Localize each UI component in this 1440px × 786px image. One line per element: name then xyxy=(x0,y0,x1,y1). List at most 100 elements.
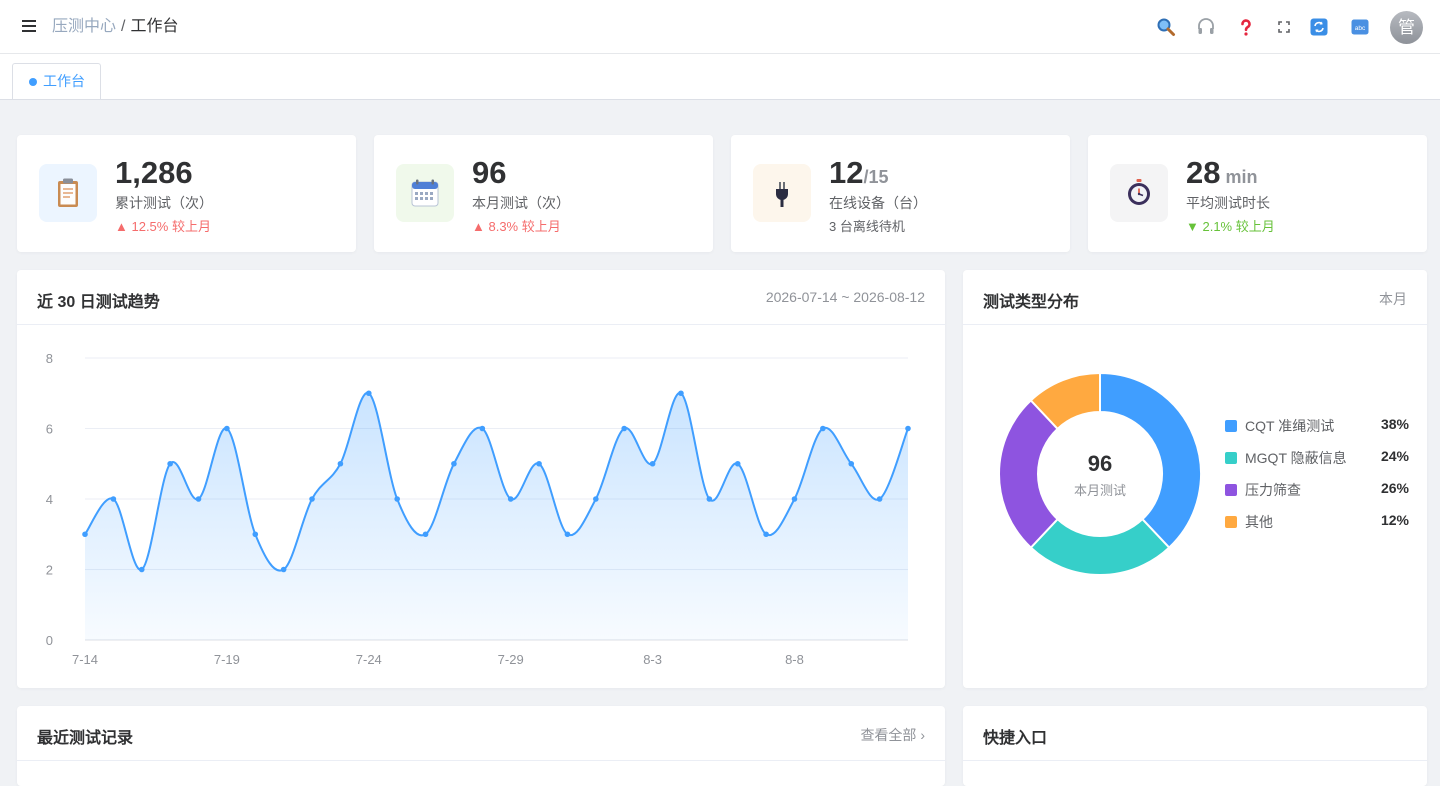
x-tick-label: 7-14 xyxy=(72,652,98,667)
period-label: 本月 xyxy=(1379,291,1407,307)
data-point[interactable] xyxy=(82,531,88,538)
data-point[interactable] xyxy=(280,566,287,573)
y-tick-label: 0 xyxy=(46,633,53,648)
stat-card-total-tests: 1,286 累计测试（次） ▲ 12.5% 较上月 xyxy=(17,135,356,252)
legend-item[interactable]: MGQT 隐蔽信息 24% xyxy=(1225,447,1409,467)
x-tick-label: 8-8 xyxy=(785,652,804,667)
refresh-icon[interactable] xyxy=(1309,17,1329,37)
card-title: 测试类型分布 xyxy=(983,294,1080,311)
legend-percent: 38% xyxy=(1380,416,1409,432)
data-point[interactable] xyxy=(876,496,883,502)
y-tick-label: 4 xyxy=(46,492,53,507)
data-point[interactable] xyxy=(252,531,259,538)
trend-line-chart: 0 2 4 6 8 7-14 7-19 7-24 7-29 8-3 8-8 xyxy=(46,351,911,667)
stat-card-monthly-tests: 96 本月测试（次） ▲ 8.3% 较上月 xyxy=(374,135,713,252)
data-point[interactable] xyxy=(224,425,230,432)
top-navbar: 压测中心 / 工作台 abc 管 xyxy=(0,0,1440,54)
stat-label: 在线设备（台） xyxy=(829,195,927,211)
data-point[interactable] xyxy=(621,425,628,432)
legend-item[interactable]: 压力筛查 26% xyxy=(1225,479,1409,499)
help-icon[interactable] xyxy=(1236,17,1256,37)
card-header: 快捷入口 xyxy=(963,706,1427,761)
clipboard-icon xyxy=(39,164,97,222)
legend-percent: 26% xyxy=(1380,480,1409,496)
data-point[interactable] xyxy=(820,425,826,432)
data-point[interactable] xyxy=(706,496,713,502)
data-point[interactable] xyxy=(734,460,741,467)
donut-center-value: 96 xyxy=(1088,451,1112,476)
user-avatar[interactable]: 管 xyxy=(1390,11,1423,44)
type-distribution-card: 测试类型分布 本月 96 本月测试 CQT 准绳测试 38% MGQT 隐蔽信息 24… xyxy=(963,270,1427,688)
card-header: 测试类型分布 本月 xyxy=(963,270,1427,325)
data-point[interactable] xyxy=(110,496,117,502)
data-point[interactable] xyxy=(593,496,599,502)
data-point[interactable] xyxy=(337,460,344,467)
search-icon[interactable] xyxy=(1156,17,1176,37)
legend-swatch xyxy=(1225,420,1237,432)
stat-value: 1,286 xyxy=(115,155,193,190)
data-point[interactable] xyxy=(905,425,911,432)
data-point[interactable] xyxy=(309,496,315,502)
data-point[interactable] xyxy=(479,425,486,432)
data-point[interactable] xyxy=(678,390,684,397)
data-point[interactable] xyxy=(536,460,542,467)
breadcrumb-item-current: 工作台 xyxy=(130,18,179,35)
breadcrumb-separator: / xyxy=(121,18,126,35)
data-point[interactable] xyxy=(848,460,855,467)
y-tick-label: 8 xyxy=(46,351,53,366)
view-all-link[interactable]: 查看全部 › xyxy=(860,725,925,745)
x-tick-label: 7-29 xyxy=(498,652,524,667)
legend-percent: 12% xyxy=(1380,512,1409,528)
stat-value: 28 min xyxy=(1186,155,1258,190)
x-tick-label: 8-3 xyxy=(643,652,662,667)
breadcrumb-item-home[interactable]: 压测中心 xyxy=(52,18,116,35)
stat-label: 平均测试时长 xyxy=(1186,195,1270,211)
data-point[interactable] xyxy=(167,460,173,467)
stat-card-avg-duration: 28 min 平均测试时长 ▼ 2.1% 较上月 xyxy=(1088,135,1427,252)
donut-slice[interactable] xyxy=(998,398,1059,550)
data-point[interactable] xyxy=(564,531,571,538)
data-point[interactable] xyxy=(763,531,769,538)
font-size-icon[interactable]: abc xyxy=(1350,17,1370,37)
hamburger-menu-icon[interactable] xyxy=(20,17,38,35)
data-point[interactable] xyxy=(195,496,202,502)
data-point[interactable] xyxy=(791,496,798,502)
data-point[interactable] xyxy=(422,531,429,538)
stat-value: 96 xyxy=(472,155,507,190)
stat-card-online-devices: 12/15 在线设备（台） 3 台离线待机 xyxy=(731,135,1070,252)
tab-workbench[interactable]: 工作台 xyxy=(12,63,101,99)
data-point[interactable] xyxy=(507,496,514,502)
stat-value-suffix: /15 xyxy=(863,167,889,187)
data-point[interactable] xyxy=(138,566,145,573)
stat-label: 本月测试（次） xyxy=(472,195,570,211)
legend-name: 其他 xyxy=(1245,514,1273,530)
legend-name: CQT 准绳测试 xyxy=(1245,418,1335,434)
y-tick-label: 2 xyxy=(46,563,53,578)
legend-name: MGQT 隐蔽信息 xyxy=(1245,450,1347,466)
x-tick-label: 7-24 xyxy=(356,652,382,667)
data-point[interactable] xyxy=(451,460,457,467)
calendar-icon xyxy=(396,164,454,222)
donut-slice[interactable] xyxy=(1099,371,1202,550)
stopwatch-icon xyxy=(1110,164,1168,222)
data-point[interactable] xyxy=(394,496,400,502)
data-point[interactable] xyxy=(649,460,656,467)
legend-swatch xyxy=(1225,516,1237,528)
donut-chart: 96 本月测试 xyxy=(998,371,1202,576)
x-tick-label: 7-19 xyxy=(214,652,240,667)
quick-access-card: 快捷入口 xyxy=(963,706,1427,786)
tab-label: 工作台 xyxy=(43,73,85,89)
donut-center-label: 本月测试 xyxy=(1074,483,1126,498)
breadcrumb: 压测中心 / 工作台 xyxy=(52,17,178,37)
legend-item[interactable]: CQT 准绳测试 38% xyxy=(1225,415,1409,435)
headset-icon[interactable] xyxy=(1196,17,1216,37)
legend-swatch xyxy=(1225,452,1237,464)
active-dot-icon xyxy=(29,78,37,86)
legend-swatch xyxy=(1225,484,1237,496)
stat-value-suffix: min xyxy=(1220,167,1258,187)
donut-slice[interactable] xyxy=(1029,517,1171,576)
fullscreen-icon[interactable] xyxy=(1274,17,1294,37)
stat-trend: ▲ 12.5% 较上月 xyxy=(115,219,211,234)
data-point[interactable] xyxy=(365,390,372,397)
legend-item[interactable]: 其他 12% xyxy=(1225,511,1409,531)
